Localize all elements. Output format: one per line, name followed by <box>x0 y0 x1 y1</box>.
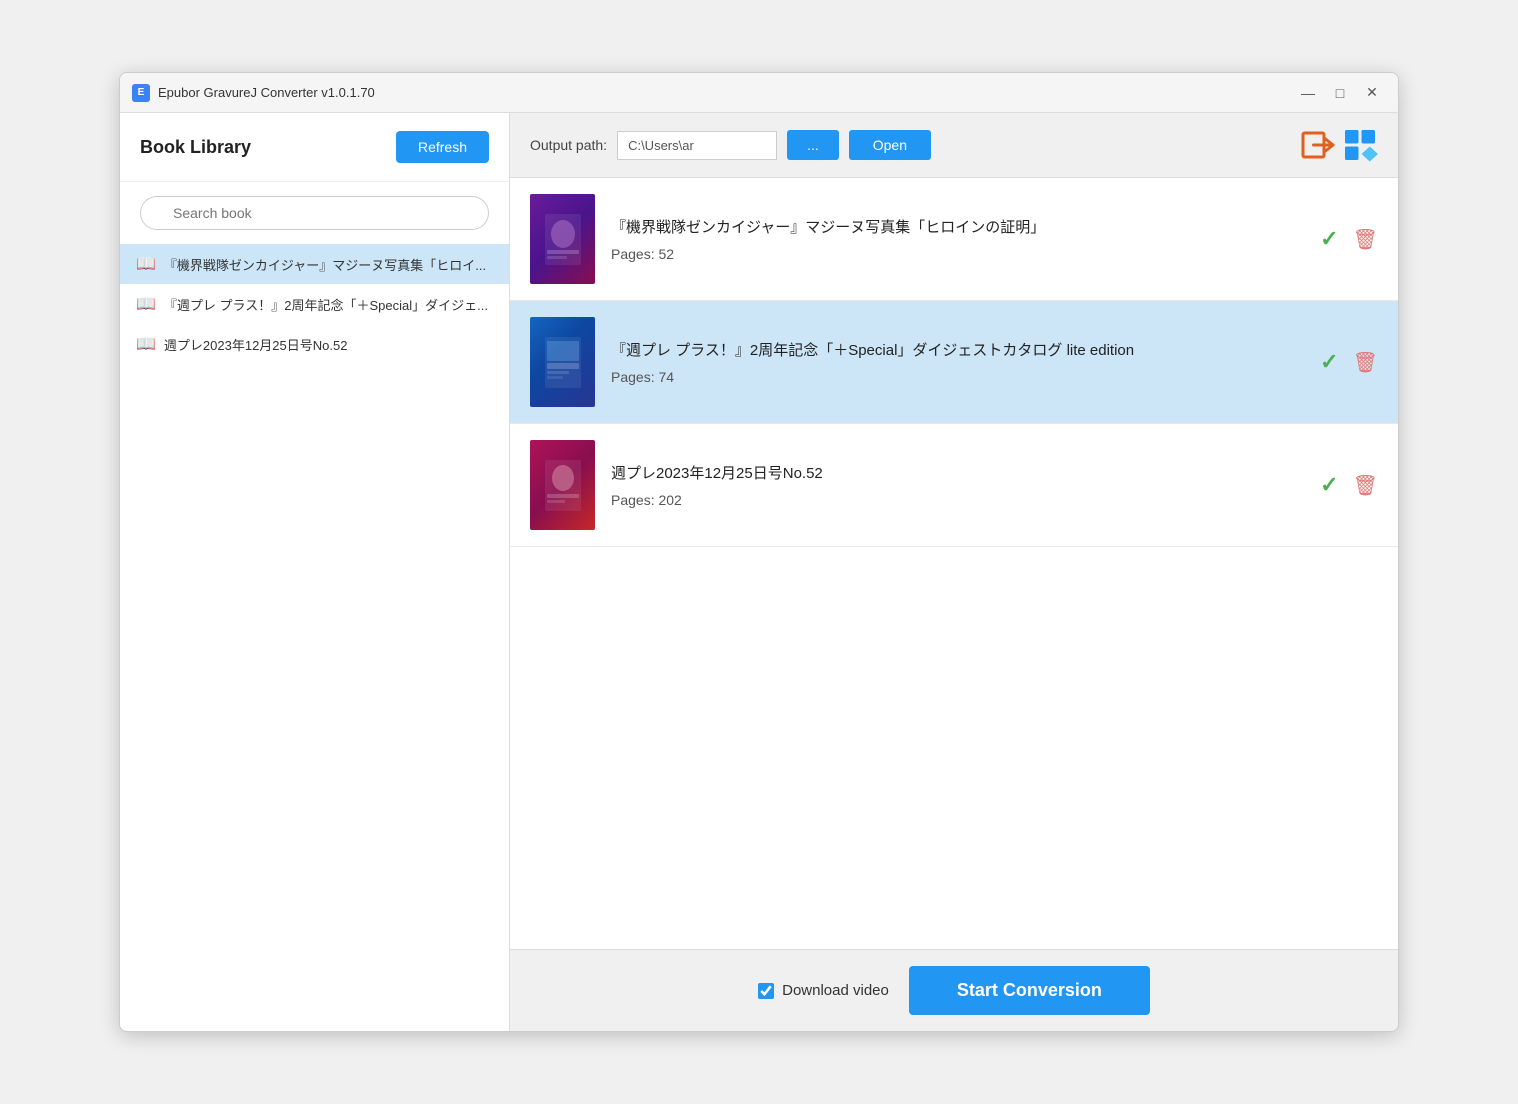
import-icon-button[interactable] <box>1300 127 1336 163</box>
sidebar-header: Book Library Refresh <box>120 113 509 182</box>
book-pages-1: Pages: 52 <box>611 246 1304 262</box>
book-title-1: 『機界戦隊ゼンカイジャー』マジーヌ写真集「ヒロインの証明」 <box>611 217 1304 238</box>
book-info-3: 週プレ2023年12月25日号No.52 Pages: 202 <box>611 463 1304 508</box>
close-button[interactable]: ✕ <box>1358 79 1386 107</box>
sidebar-book-label-3: 週プレ2023年12月25日号No.52 <box>164 335 348 354</box>
check-icon-1: ✓ <box>1320 226 1338 252</box>
book-entry-3: 週プレ2023年12月25日号No.52 Pages: 202 ✓ 🗑 <box>510 424 1398 547</box>
toolbar-icons <box>1300 127 1378 163</box>
grid-icon-button[interactable] <box>1342 127 1378 163</box>
output-path-label: Output path: <box>530 137 607 153</box>
bottom-bar: Download video Start Conversion <box>510 949 1398 1031</box>
search-input[interactable] <box>140 196 489 230</box>
book-title-3: 週プレ2023年12月25日号No.52 <box>611 463 1304 484</box>
open-button[interactable]: Open <box>849 130 931 160</box>
book-actions-1: ✓ 🗑 <box>1320 226 1378 252</box>
import-icon <box>1300 127 1336 163</box>
maximize-button[interactable]: □ <box>1326 79 1354 107</box>
book-info-2: 『週プレ プラス！』2周年記念「＋Special」ダイジェストカタログ lite… <box>611 340 1304 385</box>
pages-value-1: 52 <box>658 246 674 262</box>
pages-label-1: Pages: <box>611 246 655 262</box>
pages-label-3: Pages: <box>611 492 655 508</box>
app-icon: E <box>132 84 150 102</box>
title-bar: E Epubor GravureJ Converter v1.0.1.70 — … <box>120 73 1398 113</box>
book-thumbnail-3 <box>530 440 595 530</box>
download-video-checkbox[interactable] <box>758 983 774 999</box>
minimize-button[interactable]: — <box>1294 79 1322 107</box>
main-content: Book Library Refresh 🔍 📖 『機界戦隊ゼンカイジャー』マジ… <box>120 113 1398 1031</box>
book-icon-2: 📖 <box>136 294 156 314</box>
sidebar-book-item-2[interactable]: 📖 『週プレ プラス！』2周年記念「＋Special」ダイジェ... <box>120 284 509 324</box>
books-content: 『機界戦隊ゼンカイジャー』マジーヌ写真集「ヒロインの証明」 Pages: 52 … <box>510 178 1398 949</box>
grid-icon <box>1342 127 1378 163</box>
sidebar-book-item-3[interactable]: 📖 週プレ2023年12月25日号No.52 <box>120 324 509 364</box>
search-wrapper: 🔍 <box>140 196 489 230</box>
book-entry-1: 『機界戦隊ゼンカイジャー』マジーヌ写真集「ヒロインの証明」 Pages: 52 … <box>510 178 1398 301</box>
sidebar-book-item-1[interactable]: 📖 『機界戦隊ゼンカイジャー』マジーヌ写真集「ヒロイ... <box>120 244 509 284</box>
search-container: 🔍 <box>120 182 509 244</box>
sidebar: Book Library Refresh 🔍 📖 『機界戦隊ゼンカイジャー』マジ… <box>120 113 510 1031</box>
book-entry-2: 『週プレ プラス！』2周年記念「＋Special」ダイジェストカタログ lite… <box>510 301 1398 424</box>
refresh-button[interactable]: Refresh <box>396 131 489 163</box>
window-title: Epubor GravureJ Converter v1.0.1.70 <box>158 85 1294 100</box>
delete-icon-3[interactable]: 🗑 <box>1353 473 1378 498</box>
book-icon-1: 📖 <box>136 254 156 274</box>
book-pages-3: Pages: 202 <box>611 492 1304 508</box>
book-pages-2: Pages: 74 <box>611 369 1304 385</box>
book-thumbnail-2 <box>530 317 595 407</box>
download-video-label[interactable]: Download video <box>758 982 889 999</box>
start-conversion-button[interactable]: Start Conversion <box>909 966 1150 1015</box>
browse-button[interactable]: ... <box>787 130 839 160</box>
main-window: E Epubor GravureJ Converter v1.0.1.70 — … <box>119 72 1399 1032</box>
window-controls: — □ ✕ <box>1294 79 1386 107</box>
book-title-2: 『週プレ プラス！』2周年記念「＋Special」ダイジェストカタログ lite… <box>611 340 1304 361</box>
book-icon-3: 📖 <box>136 334 156 354</box>
book-actions-2: ✓ 🗑 <box>1320 349 1378 375</box>
output-path-value: C:\Users\ar <box>617 131 777 160</box>
sidebar-title: Book Library <box>140 137 251 158</box>
delete-icon-1[interactable]: 🗑 <box>1353 227 1378 252</box>
book-info-1: 『機界戦隊ゼンカイジャー』マジーヌ写真集「ヒロインの証明」 Pages: 52 <box>611 217 1304 262</box>
pages-label-2: Pages: <box>611 369 655 385</box>
book-actions-3: ✓ 🗑 <box>1320 472 1378 498</box>
book-list: 📖 『機界戦隊ゼンカイジャー』マジーヌ写真集「ヒロイ... 📖 『週プレ プラス… <box>120 244 509 1031</box>
pages-value-2: 74 <box>658 369 674 385</box>
sidebar-book-label-2: 『週プレ プラス！』2周年記念「＋Special」ダイジェ... <box>164 295 488 314</box>
right-panel: Output path: C:\Users\ar ... Open <box>510 113 1398 1031</box>
book-thumbnail-1 <box>530 194 595 284</box>
sidebar-book-label-1: 『機界戦隊ゼンカイジャー』マジーヌ写真集「ヒロイ... <box>164 255 486 274</box>
download-video-text: Download video <box>782 982 889 999</box>
output-bar: Output path: C:\Users\ar ... Open <box>510 113 1398 178</box>
pages-value-3: 202 <box>658 492 681 508</box>
check-icon-2: ✓ <box>1320 349 1338 375</box>
check-icon-3: ✓ <box>1320 472 1338 498</box>
delete-icon-2[interactable]: 🗑 <box>1353 350 1378 375</box>
